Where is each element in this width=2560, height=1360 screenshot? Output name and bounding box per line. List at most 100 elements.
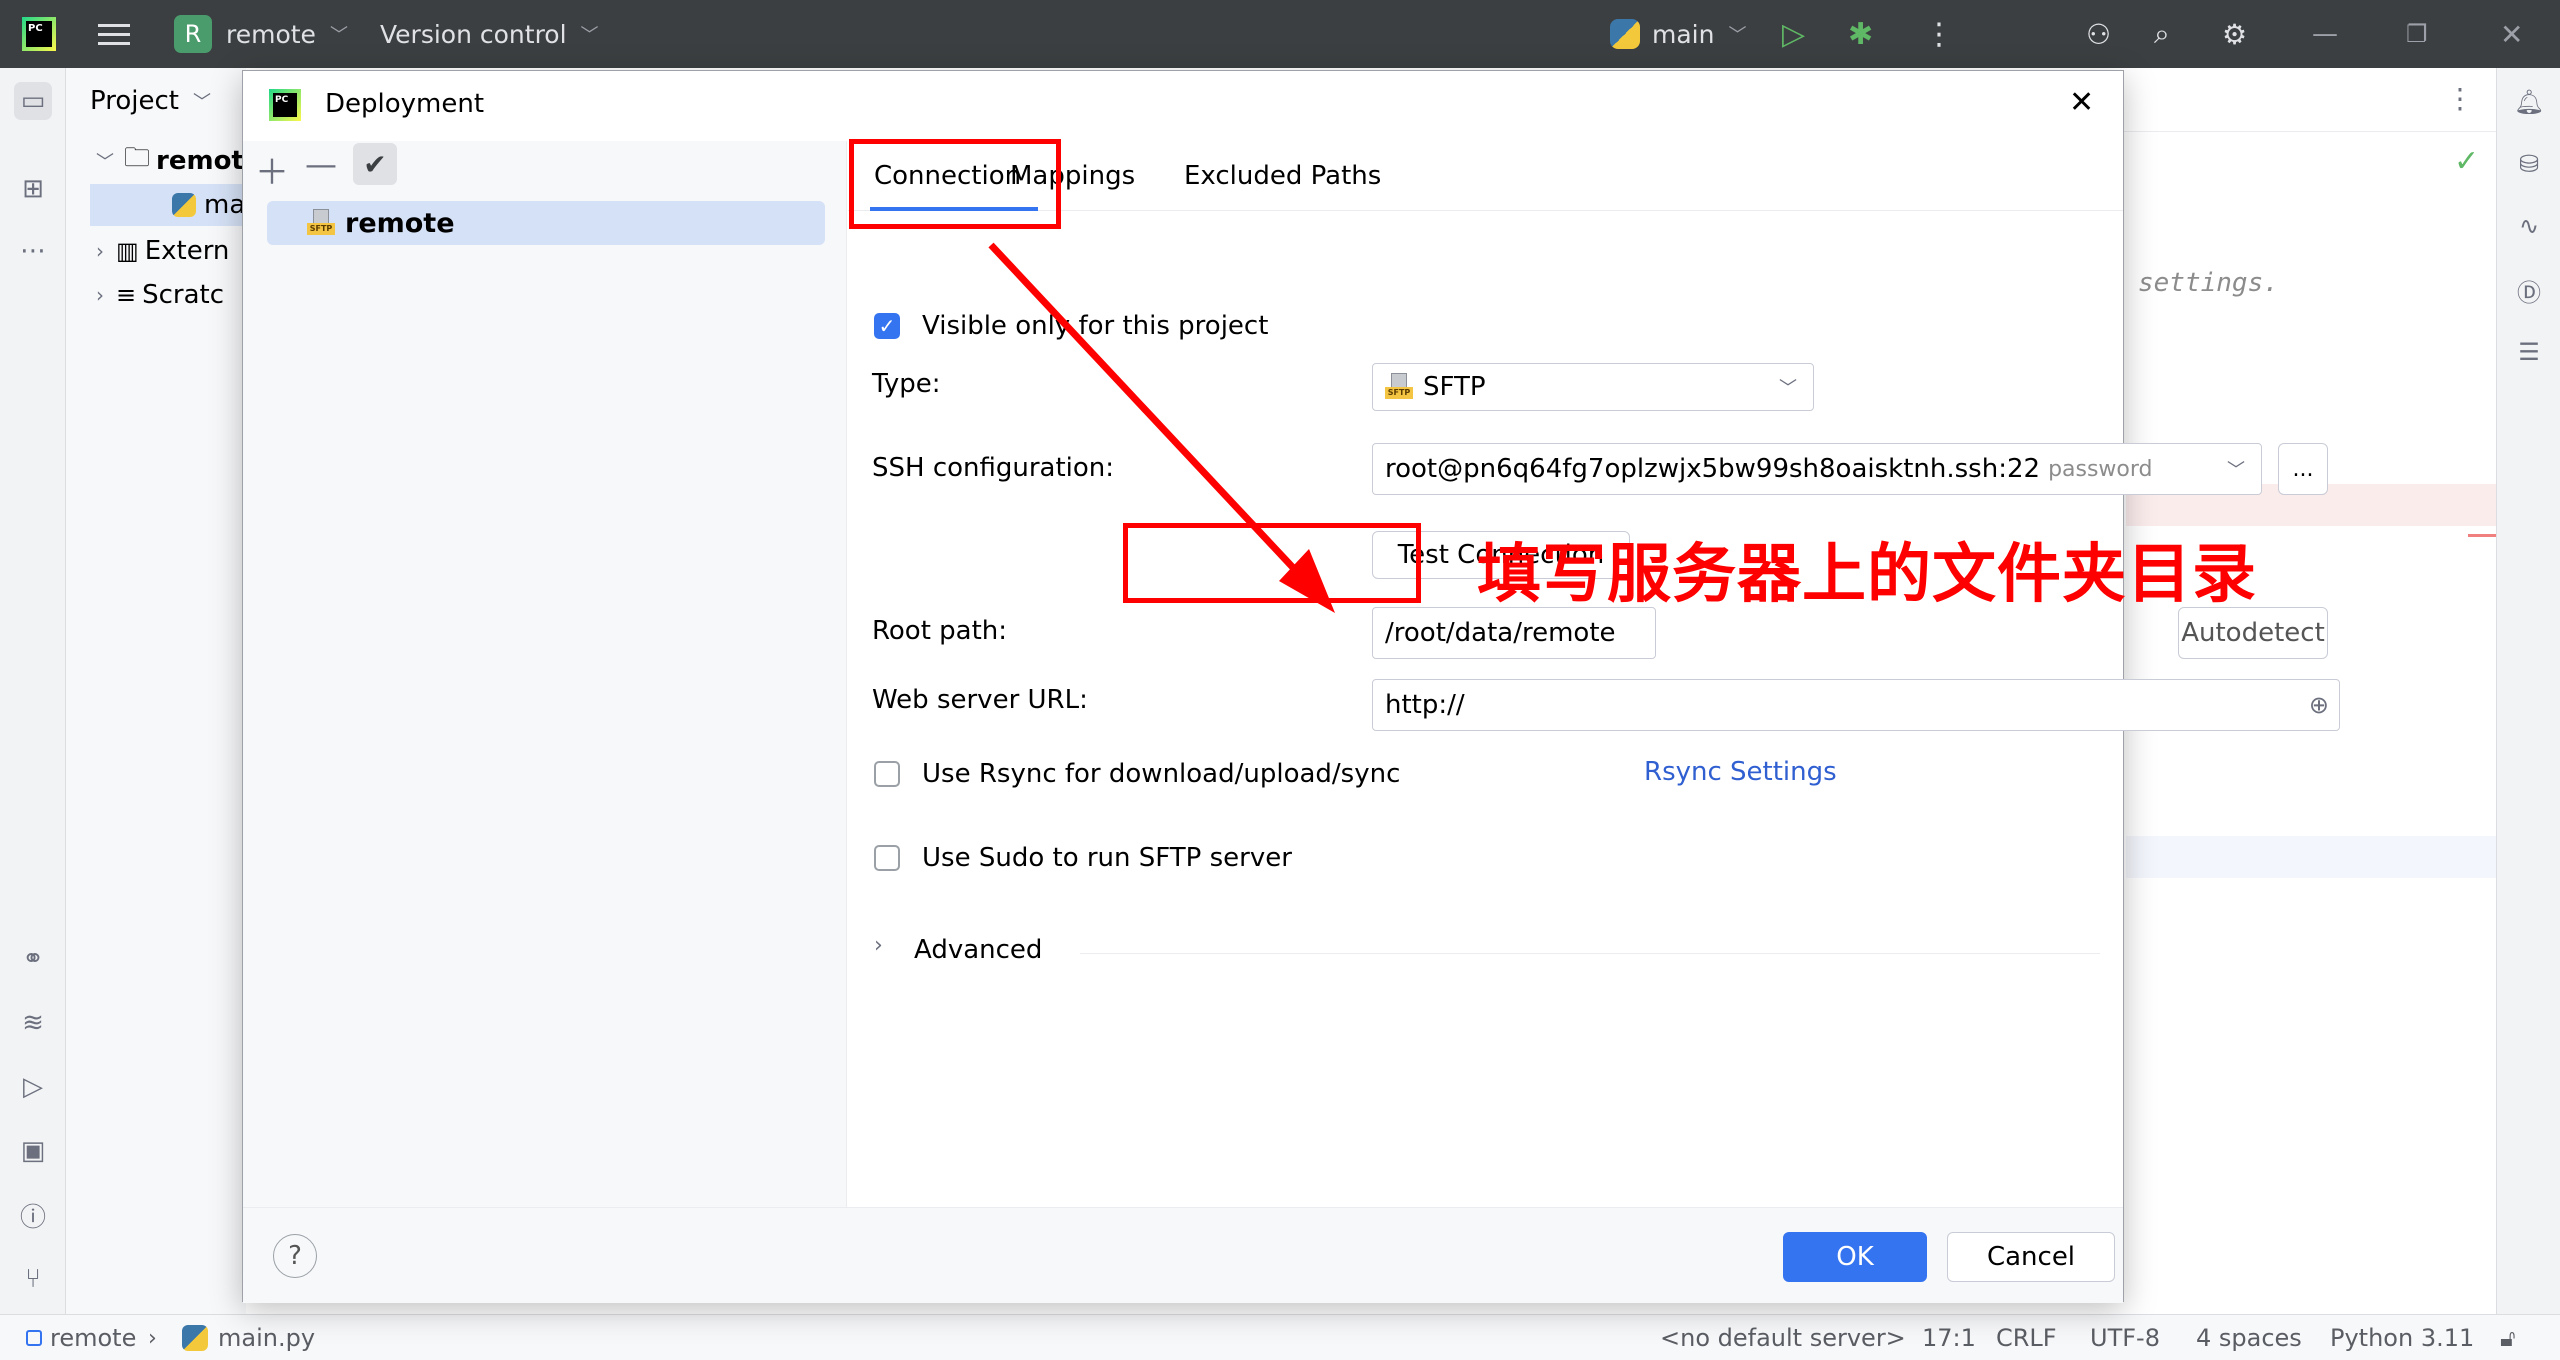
pycharm-logo-icon: PC	[269, 89, 301, 121]
more-actions-icon[interactable]: ⋮	[1924, 0, 1954, 68]
python-console-icon[interactable]: ⚭	[14, 940, 52, 978]
settings-gear-icon[interactable]: ⚙	[2222, 0, 2247, 68]
annotation-arrow-shaft	[988, 242, 1316, 592]
server-item-label: remote	[345, 207, 455, 239]
tree-item-label: Scratc	[142, 280, 225, 310]
dialog-header: PC Deployment ✕	[243, 71, 2123, 141]
ssh-auth-type: password	[2048, 456, 2153, 482]
annotation-box-connection-tab	[849, 139, 1061, 229]
web-server-url-input[interactable]: http:// ⊕	[1372, 679, 2340, 731]
default-server-widget[interactable]: <no default server>	[1660, 1315, 1906, 1360]
project-folder-icon[interactable]: ▭	[14, 82, 52, 120]
project-selector[interactable]: R remote ﹀	[174, 0, 348, 68]
advanced-section-toggle[interactable]: Advanced	[914, 935, 1042, 965]
remote-host-icon[interactable]: ☰	[2511, 334, 2547, 370]
services-icon[interactable]: ▷	[14, 1068, 52, 1106]
notifications-bell-icon[interactable]: 🔔︎	[2511, 84, 2547, 120]
cancel-button[interactable]: Cancel	[1947, 1232, 2115, 1282]
editor-options-icon[interactable]: ⋮	[2446, 82, 2474, 115]
debug-icon[interactable]: ✱	[1848, 0, 1873, 68]
no-problems-check-icon: ✓	[2454, 144, 2480, 179]
terminal-icon[interactable]: ▣	[14, 1132, 52, 1170]
tree-item-main-py[interactable]: ma	[90, 184, 246, 226]
set-default-check-icon[interactable]: ✔	[353, 143, 397, 185]
open-in-browser-globe-icon[interactable]: ⊕	[2309, 691, 2329, 719]
main-menu-icon[interactable]	[98, 0, 130, 68]
file-encoding[interactable]: UTF-8	[2090, 1315, 2160, 1360]
breadcrumb-file[interactable]: main.py	[182, 1315, 315, 1360]
chevron-down-icon: ﹀	[1728, 25, 1747, 46]
use-rsync-checkbox[interactable]	[874, 761, 900, 787]
run-config-selector[interactable]: main ﹀	[1610, 0, 1746, 68]
module-icon	[26, 1330, 42, 1346]
close-dialog-icon[interactable]: ✕	[2069, 85, 2094, 120]
tree-item-label: Extern	[144, 236, 230, 266]
chevron-down-icon: ﹀	[1779, 378, 1797, 399]
sciview-icon[interactable]: ∿	[2511, 208, 2547, 244]
rsync-settings-link[interactable]: Rsync Settings	[1644, 757, 1837, 787]
project-panel-header[interactable]: Project ﹀	[90, 80, 250, 122]
caret-position[interactable]: 17:1	[1922, 1315, 1976, 1360]
chevron-down-icon: ﹀	[192, 92, 211, 113]
editor-hint-text: settings.	[2138, 268, 2279, 298]
lock-icon[interactable]: 🔓︎	[2500, 1315, 2516, 1360]
web-server-url-label: Web server URL:	[872, 685, 1088, 715]
ssh-configuration-browse-button[interactable]: ...	[2278, 443, 2328, 495]
status-bar: remote › main.py <no default server> 17:…	[0, 1314, 2560, 1360]
scratches-icon: ≡	[116, 281, 137, 309]
structure-icon[interactable]: ⊞	[14, 170, 52, 208]
annotation-arrow	[988, 242, 1335, 613]
restore-icon[interactable]: ❐	[2406, 0, 2428, 68]
indent-setting[interactable]: 4 spaces	[2196, 1315, 2302, 1360]
breadcrumb-project-label: remote	[50, 1324, 137, 1352]
tab-excluded-paths[interactable]: Excluded Paths	[1184, 141, 1381, 211]
breadcrumb-separator-icon: ›	[148, 1325, 157, 1351]
search-icon[interactable]: ⌕	[2154, 0, 2170, 68]
remove-server-icon[interactable]: —	[305, 145, 337, 183]
chevron-right-icon[interactable]: ›	[874, 933, 883, 958]
pycharm-logo-icon[interactable]: PC	[22, 0, 56, 68]
run-config-name: main	[1652, 19, 1715, 49]
error-stripe-mark	[2468, 534, 2496, 537]
vcs-selector[interactable]: Version control ﹀	[380, 0, 599, 68]
problems-icon[interactable]: ⓘ	[14, 1196, 52, 1234]
close-window-icon[interactable]: ✕	[2500, 0, 2523, 68]
editor-caret-line	[2126, 836, 2496, 878]
project-panel: Project ﹀ ﹀ 🗀 remot ma › ▥ Extern › ≡ Sc…	[66, 68, 246, 1314]
type-label: Type:	[872, 369, 941, 399]
python-icon	[1610, 19, 1640, 49]
use-sudo-checkbox[interactable]	[874, 845, 900, 871]
python-interpreter[interactable]: Python 3.11	[2330, 1315, 2474, 1360]
documentation-icon[interactable]: Ⓓ	[2511, 272, 2547, 308]
run-icon[interactable]: ▷	[1782, 0, 1805, 68]
more-tools-icon[interactable]: ⋯	[14, 232, 52, 270]
git-icon[interactable]: ⑂	[14, 1260, 52, 1298]
layers-icon[interactable]: ≋	[14, 1004, 52, 1042]
add-server-icon[interactable]: ＋	[255, 145, 289, 194]
server-item-remote[interactable]: SFTP remote	[267, 201, 825, 245]
minimize-icon[interactable]: —	[2312, 0, 2338, 68]
breadcrumb-project[interactable]: remote	[26, 1315, 136, 1360]
visible-only-checkbox[interactable]: ✓	[874, 313, 900, 339]
deployment-dialog: PC Deployment ✕ ＋ — ✔ SFTP remote Connec…	[242, 70, 2340, 1303]
tree-item-external-libraries[interactable]: › ▥ Extern	[96, 230, 246, 272]
tab-excluded-paths-label: Excluded Paths	[1184, 161, 1382, 191]
tree-item-scratches[interactable]: › ≡ Scratc	[96, 274, 246, 316]
database-icon[interactable]: ⛁	[2511, 146, 2547, 182]
title-bar: PC R remote ﹀ Version control ﹀ main ﹀ ▷…	[0, 0, 2560, 68]
chevron-right-icon: ›	[96, 283, 104, 307]
chevron-down-icon: ﹀	[96, 152, 114, 173]
chevron-down-icon: ﹀	[2227, 460, 2245, 481]
advanced-divider	[1080, 953, 2100, 954]
use-sudo-label: Use Sudo to run SFTP server	[922, 843, 1292, 873]
add-user-icon[interactable]: ⚇	[2086, 0, 2111, 68]
right-tool-strip: 🔔︎ ⛁ ∿ Ⓓ ☰	[2496, 68, 2560, 1314]
left-tool-strip: ▭ ⊞ ⋯ ⚭ ≋ ▷ ▣ ⓘ ⑂	[0, 68, 66, 1314]
tree-item-remote[interactable]: ﹀ 🗀 remot	[96, 140, 246, 182]
project-badge: R	[174, 15, 212, 53]
chevron-down-icon: ﹀	[329, 25, 348, 46]
vcs-label: Version control	[380, 19, 567, 49]
ok-button[interactable]: OK	[1783, 1232, 1927, 1282]
line-separator[interactable]: CRLF	[1996, 1315, 2057, 1360]
help-button[interactable]: ?	[273, 1234, 317, 1278]
